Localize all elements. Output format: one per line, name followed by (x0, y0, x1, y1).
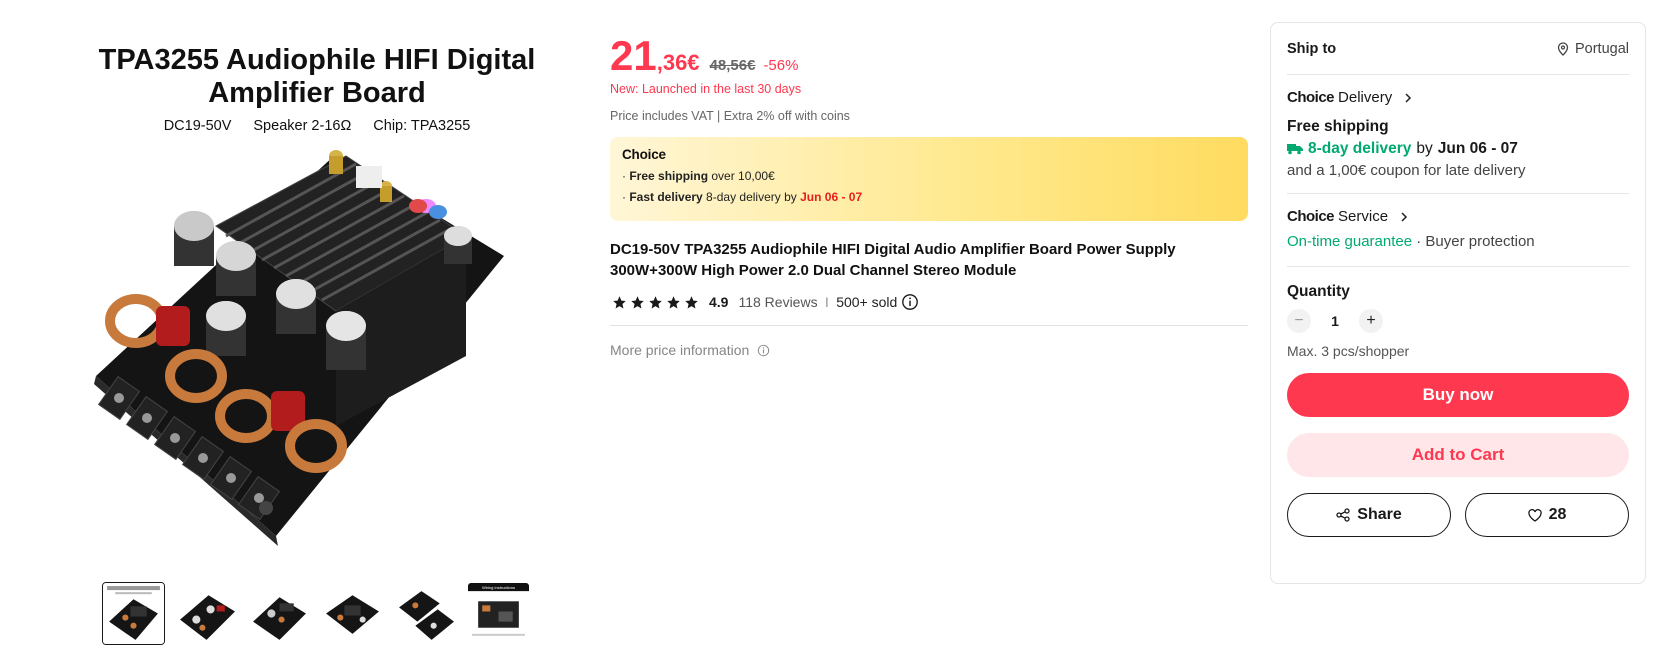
thumbnail-1[interactable] (102, 582, 165, 645)
spec-chip: Chip: TPA3255 (373, 118, 471, 134)
late-coupon-text: and a 1,00€ coupon for late delivery (1287, 162, 1526, 179)
free-shipping-text: over 10,00€ (708, 169, 775, 183)
vat-note: Price includes VAT | Extra 2% off with c… (610, 109, 850, 123)
free-shipping-label: Free shipping (629, 169, 709, 183)
discount-percent: -56% (763, 57, 799, 74)
price-decimal: ,36€ (656, 50, 700, 75)
fast-delivery-label: Fast delivery (629, 190, 703, 204)
choice-brand-label: Choice (622, 147, 666, 162)
divider (610, 325, 1248, 326)
share-icon (1336, 508, 1350, 522)
quantity-section: Quantity − 1 + Max. 3 pcs/shopper Buy no… (1287, 267, 1629, 537)
star-icon (649, 295, 662, 308)
price-row: 21 ,36€ 48,56€ -56% (610, 32, 1248, 80)
delivery-by: by (1416, 140, 1433, 157)
choice-fast-delivery-line: · Fast delivery 8-day delivery by Jun 06… (622, 190, 863, 204)
product-info: 21 ,36€ 48,56€ -56% New: Launched in the… (610, 32, 1248, 358)
product-gallery: TPA3255 Audiophile HIFI Digital Amplifie… (86, 36, 548, 645)
original-price: 48,56€ (709, 57, 756, 74)
thumbnail-5[interactable] (394, 582, 457, 645)
country-name: Portugal (1574, 40, 1629, 57)
choice-promo-box: Choice · Free shipping over 10,00€ · Fas… (610, 137, 1248, 221)
service-title: Service (1338, 208, 1389, 225)
more-price-info[interactable]: More price information (610, 342, 1248, 358)
hero-image-specs: DC19-50V Speaker 2-16Ω Chip: TPA3255 (86, 118, 548, 134)
product-title: DC19-50V TPA3255 Audiophile HIFI Digital… (610, 241, 1176, 279)
quantity-label: Quantity (1287, 283, 1350, 300)
delivery-estimate: 8-day delivery by Jun 06 - 07 (1287, 140, 1629, 158)
thumbnail-6-caption: Wiring instructions (482, 585, 515, 590)
buy-now-button[interactable]: Buy now (1287, 373, 1629, 417)
main-product-image[interactable]: TPA3255 Audiophile HIFI Digital Amplifie… (86, 36, 548, 546)
thumbnail-6[interactable]: Wiring instructions (467, 582, 530, 645)
rating-stars (612, 295, 699, 310)
price-integer: 21 (610, 32, 657, 79)
hero-image-title: TPA3255 Audiophile HIFI Digital Amplifie… (98, 44, 536, 109)
choice-delivery-header[interactable]: Choice Delivery (1287, 89, 1629, 106)
share-button[interactable]: Share (1287, 493, 1451, 537)
on-time-guarantee: On-time guarantee (1287, 233, 1413, 250)
quantity-value[interactable]: 1 (1325, 313, 1345, 329)
add-to-cart-button[interactable]: Add to Cart (1287, 433, 1629, 477)
delivery-speed: 8-day delivery (1308, 140, 1412, 157)
fast-delivery-date: Jun 06 - 07 (800, 190, 863, 204)
free-shipping-text: Free shipping (1287, 118, 1389, 135)
quantity-stepper: − 1 + (1287, 309, 1629, 333)
info-icon (758, 344, 770, 356)
wishlist-button[interactable]: 28 (1465, 493, 1629, 537)
choice-service-header[interactable]: Choice Service (1287, 208, 1629, 225)
info-icon[interactable] (901, 293, 919, 311)
service-section: Choice Service On-time guarantee · Buyer… (1287, 194, 1629, 267)
star-icon (613, 295, 626, 308)
max-quantity-note: Max. 3 pcs/shopper (1287, 343, 1410, 359)
delivery-date: Jun 06 - 07 (1437, 140, 1518, 157)
rating-value: 4.9 (709, 294, 729, 310)
amplifier-board-illustration (94, 150, 504, 546)
location-pin-icon (1557, 41, 1569, 56)
increase-quantity-button[interactable]: + (1359, 309, 1383, 333)
fast-delivery-text: 8-day delivery by (702, 190, 801, 204)
star-icon (685, 295, 698, 308)
delivery-section: Choice Delivery Free shipping 8-day deli… (1287, 75, 1629, 194)
thumbnail-strip: Wiring instructions (102, 582, 530, 645)
more-price-label: More price information (610, 342, 750, 358)
delivery-title: Delivery (1338, 89, 1393, 106)
sold-count: 500+ sold (836, 294, 898, 310)
choice-brand: Choice (1287, 208, 1335, 225)
heart-icon (1527, 508, 1542, 522)
reviews-link[interactable]: 118 Reviews (738, 294, 817, 310)
ship-to-label: Ship to (1287, 40, 1337, 57)
chevron-right-icon (1405, 92, 1412, 103)
star-icon (667, 295, 680, 308)
thumbnail-4[interactable] (321, 582, 384, 645)
spec-voltage: DC19-50V (163, 118, 232, 134)
choice-free-shipping-line: · Free shipping over 10,00€ (622, 169, 775, 183)
choice-brand: Choice (1287, 89, 1335, 106)
service-guarantees: On-time guarantee · Buyer protection (1287, 233, 1629, 250)
truck-icon (1287, 144, 1303, 155)
thumbnail-2[interactable] (175, 582, 238, 645)
secondary-actions: Share 28 (1287, 493, 1629, 537)
ship-to-country[interactable]: Portugal (1557, 41, 1629, 57)
separator: | (825, 296, 829, 308)
star-icon (631, 295, 644, 308)
share-label: Share (1357, 506, 1402, 523)
chevron-right-icon (1401, 211, 1408, 222)
thumbnail-3[interactable] (248, 582, 311, 645)
purchase-panel: Ship to Portugal Choice Delivery Free sh… (1270, 22, 1646, 584)
new-launch-tag: New: Launched in the last 30 days (610, 82, 802, 96)
decrease-quantity-button[interactable]: − (1287, 309, 1311, 333)
spec-speaker: Speaker 2-16Ω (253, 118, 352, 134)
rating-row: 4.9 118 Reviews | 500+ sold (610, 293, 1248, 311)
ship-to-row[interactable]: Ship to Portugal (1287, 23, 1629, 75)
wishlist-count: 28 (1548, 506, 1567, 523)
buyer-protection: · Buyer protection (1412, 233, 1535, 250)
